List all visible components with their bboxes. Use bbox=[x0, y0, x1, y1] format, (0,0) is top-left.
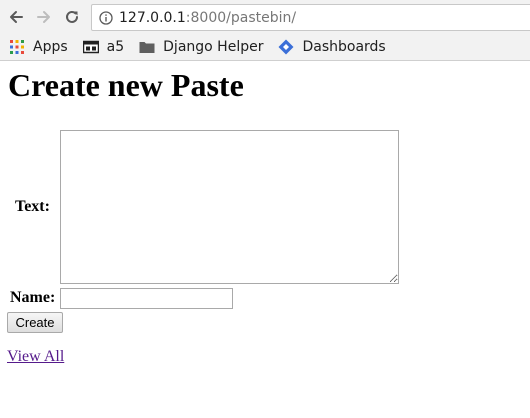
dashboards-diamond-icon bbox=[278, 39, 294, 55]
bookmark-label: a5 bbox=[106, 39, 125, 55]
create-button[interactable]: Create bbox=[7, 312, 63, 333]
folder-icon bbox=[139, 39, 155, 55]
bookmark-label: Dashboards bbox=[302, 39, 386, 55]
apps-grid-icon bbox=[9, 39, 25, 55]
view-all-link[interactable]: View All bbox=[7, 348, 64, 366]
bookmark-apps[interactable]: Apps bbox=[9, 36, 74, 58]
reload-button[interactable] bbox=[61, 6, 83, 28]
bookmark-django-helper[interactable]: Django Helper bbox=[139, 36, 269, 58]
url-text: 127.0.0.1:8000/pastebin/ bbox=[119, 10, 296, 26]
url-path: :8000/pastebin/ bbox=[185, 9, 297, 26]
bookmark-label: Apps bbox=[33, 39, 68, 55]
bookmark-dashboards[interactable]: Dashboards bbox=[278, 36, 391, 58]
text-label: Text: bbox=[15, 198, 50, 215]
name-input[interactable] bbox=[60, 288, 233, 309]
bookmark-page-icon bbox=[82, 39, 99, 55]
paste-text-area[interactable] bbox=[60, 130, 399, 284]
page-content: Create new Paste Text: Name: Create View… bbox=[0, 61, 530, 417]
page-title: Create new Paste bbox=[8, 67, 244, 103]
bookmark-a5[interactable]: a5 bbox=[82, 36, 131, 58]
back-button[interactable] bbox=[5, 6, 27, 28]
browser-toolbar: 127.0.0.1:8000/pastebin/ bbox=[0, 0, 530, 34]
address-bar[interactable]: 127.0.0.1:8000/pastebin/ bbox=[91, 4, 530, 31]
bookmark-label: Django Helper bbox=[163, 39, 264, 55]
info-icon[interactable] bbox=[99, 10, 113, 25]
arrow-right-icon bbox=[36, 9, 52, 25]
url-host: 127.0.0.1 bbox=[119, 9, 186, 26]
forward-button[interactable] bbox=[33, 6, 55, 28]
bookmarks-bar: Apps a5 Django Helper Dashboards bbox=[0, 34, 530, 60]
reload-icon bbox=[64, 9, 80, 25]
browser-chrome: 127.0.0.1:8000/pastebin/ Apps a5 Django … bbox=[0, 0, 530, 61]
name-label: Name: bbox=[10, 289, 56, 306]
arrow-left-icon bbox=[8, 9, 24, 25]
